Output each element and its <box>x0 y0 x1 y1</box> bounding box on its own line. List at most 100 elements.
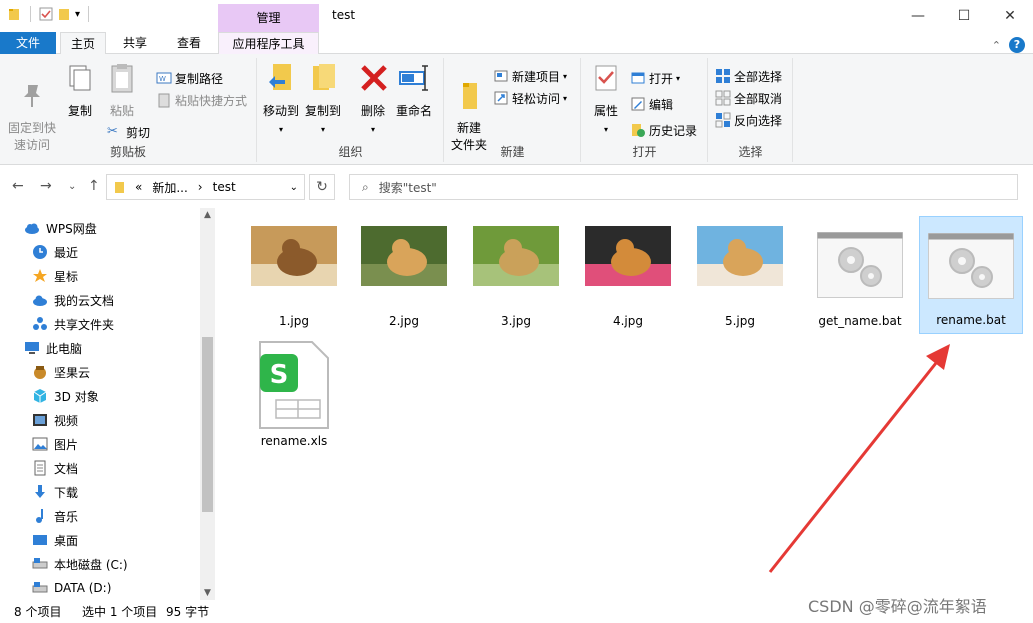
file-name: 3.jpg <box>500 314 532 328</box>
paste-label: 粘贴 <box>109 104 134 118</box>
nav-item-label: 本地磁盘 (C:) <box>54 557 128 572</box>
breadcrumb-drive[interactable]: 新加... <box>152 179 187 196</box>
recent-locations-icon[interactable]: ⌄ <box>68 181 76 192</box>
address-dropdown-icon[interactable]: ⌄ <box>290 182 298 193</box>
minimize-button[interactable]: — <box>895 0 941 32</box>
edit-icon <box>631 97 645 111</box>
nav-item[interactable]: 本地磁盘 (C:) <box>32 552 128 576</box>
move-to-dropdown-icon: ▾ <box>278 125 283 134</box>
nav-item[interactable]: DATA (D:) <box>32 576 111 600</box>
nav-item[interactable]: 3D 对象 <box>32 384 99 408</box>
copy-path-label: 复制路径 <box>175 71 224 86</box>
nav-item[interactable]: 此电脑 <box>24 336 82 360</box>
maximize-button[interactable]: ☐ <box>941 0 987 32</box>
help-icon[interactable]: ? <box>1009 37 1025 53</box>
file-item[interactable]: rename.bat <box>919 216 1023 334</box>
file-item[interactable]: 5.jpg <box>688 216 792 334</box>
file-item[interactable]: 1.jpg <box>242 216 346 334</box>
nav-item-label: 图片 <box>54 437 79 452</box>
selected-size: 95 字节 <box>166 605 210 619</box>
breadcrumb-current[interactable]: test <box>213 180 236 194</box>
rename-label: 重命名 <box>395 104 432 118</box>
nav-item[interactable]: 我的云文档 <box>32 288 114 312</box>
nut-icon <box>32 364 48 380</box>
folder-icon[interactable] <box>8 7 22 21</box>
nav-scrollbar[interactable]: ▲ ▼ <box>200 208 215 600</box>
properties-icon[interactable] <box>39 7 53 21</box>
tab-share[interactable]: 共享 <box>112 32 158 54</box>
tab-home[interactable]: 主页 <box>60 32 106 55</box>
file-item[interactable]: Srename.xls <box>242 336 346 454</box>
invert-selection-button[interactable]: 反向选择 <box>715 110 782 130</box>
nav-item[interactable]: 音乐 <box>32 504 78 528</box>
ribbon: 固定到快 速访问 复制 粘贴 W 复制路径 粘贴快捷方式 ✂ 剪切 剪贴板 移动… <box>0 54 1033 165</box>
nav-item[interactable]: 最近 <box>32 240 78 264</box>
nav-item[interactable]: 图片 <box>32 432 78 456</box>
paste-button[interactable]: 粘贴 <box>102 62 142 120</box>
nav-item[interactable]: WPS网盘 <box>24 216 97 240</box>
scroll-down-icon[interactable]: ▼ <box>200 588 215 598</box>
rename-button[interactable]: 重命名 <box>394 62 434 120</box>
forward-arrow-icon[interactable]: → <box>40 178 52 194</box>
breadcrumb-separator[interactable]: › <box>198 180 203 194</box>
copy-to-dropdown-icon: ▾ <box>320 125 325 134</box>
scroll-up-icon[interactable]: ▲ <box>200 210 215 220</box>
file-item[interactable]: 2.jpg <box>352 216 456 334</box>
edit-button[interactable]: 编辑 <box>630 94 673 114</box>
delete-label: 删除 <box>360 104 385 118</box>
new-folder-icon[interactable] <box>57 7 71 21</box>
nav-item[interactable]: 视频 <box>32 408 78 432</box>
nav-item[interactable]: 共享文件夹 <box>32 312 114 336</box>
new-item-button[interactable]: 新建项目 ▾ <box>493 66 567 86</box>
close-button[interactable]: ✕ <box>987 0 1033 32</box>
breadcrumb-overflow[interactable]: « <box>135 180 142 194</box>
cut-button[interactable]: ✂ 剪切 <box>107 122 150 142</box>
file-name: rename.bat <box>936 313 1006 327</box>
select-group-label: 选择 <box>738 145 763 159</box>
new-folder-button[interactable]: 新建 文件夹 <box>449 62 489 154</box>
cut-label: 剪切 <box>126 125 151 140</box>
ribbon-tabs: 文件 主页 共享 查看 应用程序工具 <box>0 32 1033 150</box>
file-item[interactable]: 3.jpg <box>464 216 568 334</box>
file-item[interactable]: get_name.bat <box>808 216 912 334</box>
history-button[interactable]: 历史记录 <box>630 120 697 140</box>
delete-button[interactable]: 删除 ▾ <box>358 62 388 138</box>
scrollbar-thumb[interactable] <box>202 337 213 512</box>
edit-label: 编辑 <box>649 97 674 112</box>
copy-to-button[interactable]: 复制到 ▾ <box>304 62 342 138</box>
nav-item[interactable]: 星标 <box>32 264 78 288</box>
copy-button[interactable]: 复制 <box>62 62 98 120</box>
paste-shortcut-button[interactable]: 粘贴快捷方式 <box>156 90 247 110</box>
tab-app-tools[interactable]: 应用程序工具 <box>218 32 319 55</box>
properties-button[interactable]: 属性 ▾ <box>586 62 626 138</box>
address-bar[interactable]: « 新加... › test ⌄ <box>106 174 305 200</box>
separator <box>30 6 31 22</box>
collapse-ribbon-icon[interactable]: ⌃ <box>992 39 1001 52</box>
nav-item-label: 3D 对象 <box>54 389 99 404</box>
paste-icon <box>111 64 133 93</box>
search-placeholder: 搜索"test" <box>378 180 437 195</box>
open-button[interactable]: 打开 ▾ <box>630 68 680 88</box>
nav-item[interactable]: 桌面 <box>32 528 78 552</box>
nav-item[interactable]: 下载 <box>32 480 78 504</box>
nav-item[interactable]: 文档 <box>32 456 78 480</box>
tab-view[interactable]: 查看 <box>164 32 214 54</box>
select-none-button[interactable]: 全部取消 <box>715 88 782 108</box>
drive-icon <box>32 556 48 572</box>
delete-dropdown-icon: ▾ <box>370 125 375 134</box>
nav-item-label: 此电脑 <box>46 341 83 356</box>
select-all-button[interactable]: 全部选择 <box>715 66 782 86</box>
move-to-button[interactable]: 移动到 ▾ <box>262 62 300 138</box>
file-name: rename.xls <box>260 434 328 448</box>
back-arrow-icon[interactable]: ← <box>12 178 24 194</box>
file-item[interactable]: 4.jpg <box>576 216 680 334</box>
pin-quick-access-button[interactable]: 固定到快 速访问 <box>4 62 60 154</box>
copy-path-button[interactable]: W 复制路径 <box>156 68 223 88</box>
nav-item[interactable]: 坚果云 <box>32 360 90 384</box>
easy-access-button[interactable]: 轻松访问 ▾ <box>493 88 567 108</box>
manage-tab[interactable]: 管理 <box>218 4 319 32</box>
qat-dropdown-icon[interactable]: ▾ <box>75 9 80 20</box>
refresh-button[interactable]: ↻ <box>309 174 335 200</box>
search-input[interactable]: ⌕ 搜索"test" <box>349 174 1018 200</box>
up-arrow-icon[interactable]: ↑ <box>88 178 100 194</box>
